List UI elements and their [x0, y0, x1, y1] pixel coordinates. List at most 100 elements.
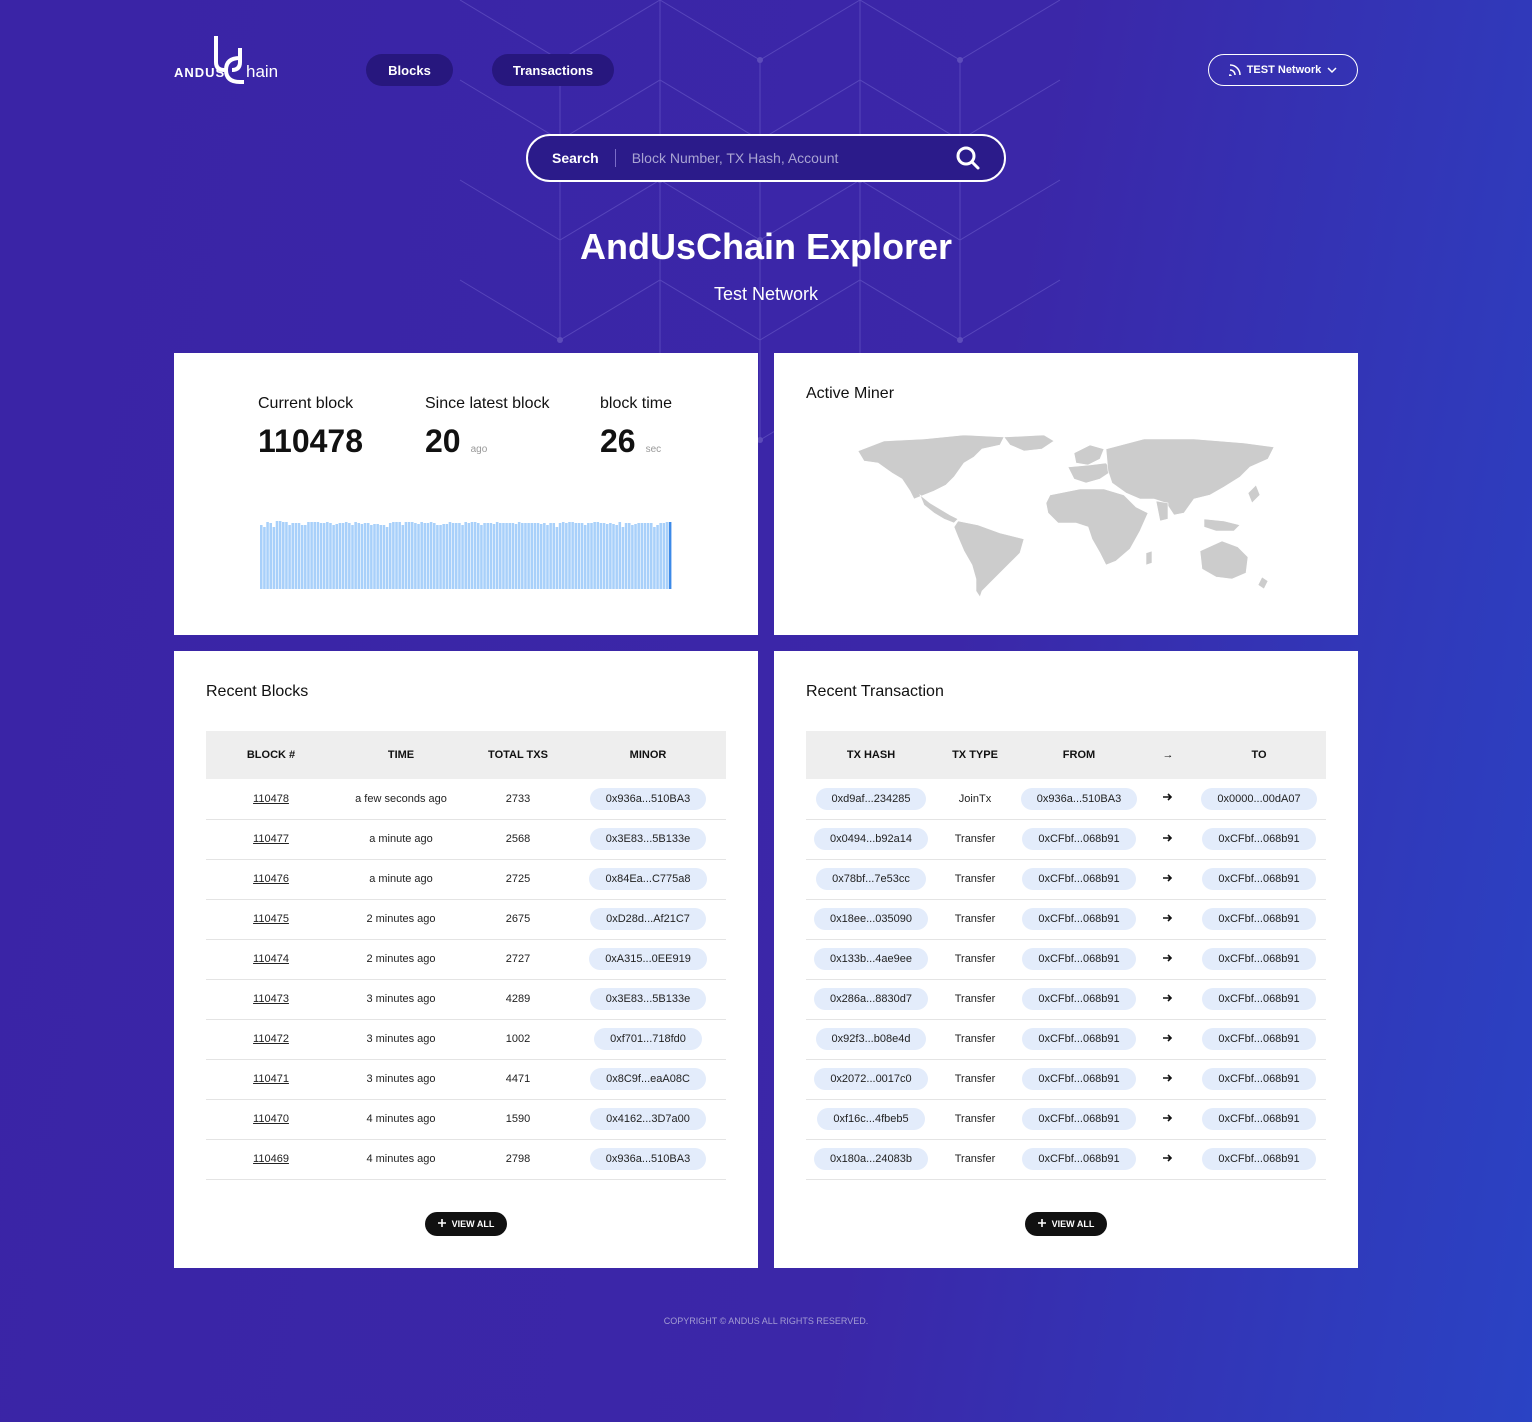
block-time-bar — [483, 523, 486, 589]
block-number-link[interactable]: 110474 — [253, 953, 289, 965]
block-time-bar — [366, 523, 370, 589]
search-icon[interactable] — [954, 144, 982, 172]
tx-type-cell: Transfer — [936, 979, 1014, 1020]
block-number-link[interactable]: 110473 — [253, 993, 289, 1005]
plus-icon — [1037, 1219, 1046, 1229]
block-time-cell: 3 minutes ago — [336, 1059, 466, 1100]
tx-hash-pill[interactable]: 0x0494...b92a14 — [814, 828, 928, 850]
to-address-pill[interactable]: 0xCFbf...068b91 — [1202, 1068, 1316, 1090]
tx-hash-pill[interactable]: 0x18ee...035090 — [814, 908, 928, 930]
tx-hash-pill[interactable]: 0x286a...8830d7 — [814, 988, 928, 1010]
block-number-link[interactable]: 110478 — [253, 793, 289, 805]
recent-blocks-card: Recent Blocks BLOCK # TIME TOTAL TXS MIN… — [174, 651, 758, 1268]
tx-hash-pill[interactable]: 0x180a...24083b — [814, 1148, 928, 1170]
miner-address-pill[interactable]: 0xD28d...Af21C7 — [590, 908, 706, 930]
block-time-bar — [609, 523, 612, 589]
to-address-pill[interactable]: 0x0000...00dA07 — [1201, 787, 1317, 810]
andus-chain-logo[interactable]: ANDUS hain — [174, 34, 289, 84]
tx-type-cell: Transfer — [936, 939, 1014, 980]
footer-copyright: COPYRIGHT © ANDUS ALL RIGHTS RESERVED. — [663, 1316, 869, 1326]
tx-hash-pill[interactable]: 0x78bf...7e53cc — [816, 868, 926, 890]
table-row: 0x2072...0017c0 Transfer 0xCFbf...068b91 0x… — [806, 1059, 1326, 1100]
from-address-pill[interactable]: 0xCFbf...068b91 — [1022, 1028, 1136, 1050]
miner-address-pill[interactable]: 0x8C9f...eaA08C — [590, 1068, 706, 1090]
table-row: 0x180a...24083b Transfer 0xCFbf...068b91 0x… — [806, 1139, 1326, 1180]
to-address-pill[interactable]: 0xCFbf...068b91 — [1202, 1148, 1316, 1170]
to-address-pill[interactable]: 0xCFbf...068b91 — [1202, 1108, 1316, 1130]
to-address-pill[interactable]: 0xCFbf...068b91 — [1202, 828, 1316, 850]
block-time-bar — [543, 523, 546, 589]
from-address-pill[interactable]: 0xCFbf...068b91 — [1022, 1108, 1136, 1130]
nav-transactions-button[interactable]: Transactions — [492, 54, 614, 86]
from-address-pill[interactable]: 0xCFbf...068b91 — [1022, 1148, 1136, 1170]
miner-address-pill[interactable]: 0x3E83...5B133e — [589, 988, 707, 1010]
block-number-link[interactable]: 110470 — [253, 1113, 289, 1125]
table-row: 0x0494...b92a14 Transfer 0xCFbf...068b91 0x… — [806, 819, 1326, 860]
network-selector-button[interactable]: TEST Network — [1208, 54, 1358, 86]
block-number-link[interactable]: 110472 — [253, 1033, 289, 1045]
block-stats-card: Current block 110478 Since latest block … — [174, 353, 758, 635]
search-input[interactable] — [615, 150, 954, 166]
tx-hash-pill[interactable]: 0xd9af...234285 — [815, 787, 927, 810]
tx-hash-pill[interactable]: 0x2072...0017c0 — [814, 1068, 928, 1090]
block-time-bar — [344, 522, 348, 589]
miner-address-pill[interactable]: 0x3E83...5B133e — [589, 828, 707, 850]
block-number-link[interactable]: 110477 — [253, 833, 289, 845]
block-time-bar — [517, 522, 521, 589]
block-time-cell: a minute ago — [336, 859, 466, 900]
tx-hash-pill[interactable]: 0x133b...4ae9ee — [814, 948, 928, 970]
block-time-bar — [605, 524, 609, 589]
from-address-pill[interactable]: 0xCFbf...068b91 — [1022, 1068, 1136, 1090]
block-time-value: 26 — [600, 423, 636, 459]
block-time-bar — [436, 525, 439, 589]
view-all-transactions-label: VIEW ALL — [1051, 1219, 1095, 1229]
top-navigation-bar: ANDUS hain Blocks Transactions TEST Netw… — [174, 34, 1358, 106]
block-time-bar — [304, 525, 307, 589]
block-time-bar — [410, 522, 414, 589]
block-time-bar — [404, 522, 408, 589]
block-time-cell: 2 minutes ago — [336, 939, 466, 980]
block-time-bar — [385, 527, 389, 589]
miner-address-pill[interactable]: 0x84Ea...C775a8 — [589, 868, 707, 890]
tx-hash-pill[interactable]: 0xf16c...4fbeb5 — [817, 1108, 925, 1130]
block-number-link[interactable]: 110476 — [253, 873, 289, 885]
from-address-pill[interactable]: 0xCFbf...068b91 — [1022, 948, 1136, 970]
block-time-bar — [285, 522, 288, 589]
miner-address-pill[interactable]: 0xA315...0EE919 — [589, 948, 707, 970]
block-txs-cell: 2725 — [466, 859, 570, 900]
miner-address-pill[interactable]: 0x4162...3D7a00 — [590, 1108, 706, 1130]
block-time-bar — [615, 525, 618, 589]
to-address-pill[interactable]: 0xCFbf...068b91 — [1202, 908, 1316, 930]
block-time-bar — [593, 522, 596, 589]
to-address-pill[interactable]: 0xCFbf...068b91 — [1202, 868, 1316, 890]
miner-address-pill[interactable]: 0xf701...718fd0 — [594, 1028, 702, 1050]
from-address-pill[interactable]: 0xCFbf...068b91 — [1022, 868, 1136, 890]
tx-hash-pill[interactable]: 0x92f3...b08e4d — [815, 1028, 927, 1050]
block-time-bar — [492, 524, 496, 589]
block-time-bar — [373, 524, 376, 589]
block-time-unit: sec — [645, 444, 662, 455]
from-address-pill[interactable]: 0xCFbf...068b91 — [1022, 828, 1136, 850]
block-time-bar — [668, 522, 672, 589]
block-time-bar — [392, 522, 395, 589]
active-miner-card: Active Miner — [774, 353, 1358, 635]
from-address-pill[interactable]: 0x936a...510BA3 — [1020, 787, 1138, 810]
block-time-bar — [533, 523, 537, 589]
block-number-link[interactable]: 110471 — [253, 1073, 289, 1085]
from-address-pill[interactable]: 0xCFbf...068b91 — [1022, 988, 1136, 1010]
block-number-link[interactable]: 110475 — [253, 913, 289, 925]
view-all-blocks-button[interactable]: VIEW ALL — [425, 1212, 507, 1236]
to-address-pill[interactable]: 0xCFbf...068b91 — [1202, 988, 1316, 1010]
table-row: 0x18ee...035090 Transfer 0xCFbf...068b91 0x… — [806, 899, 1326, 940]
block-time-bar — [388, 523, 392, 589]
nav-blocks-button[interactable]: Blocks — [366, 54, 453, 86]
block-number-link[interactable]: 110469 — [253, 1153, 289, 1165]
miner-address-pill[interactable]: 0x936a...510BA3 — [589, 1148, 707, 1170]
to-address-pill[interactable]: 0xCFbf...068b91 — [1202, 1028, 1316, 1050]
to-address-pill[interactable]: 0xCFbf...068b91 — [1202, 948, 1316, 970]
table-row: 0xf16c...4fbeb5 Transfer 0xCFbf...068b91 0x… — [806, 1099, 1326, 1140]
from-address-pill[interactable]: 0xCFbf...068b91 — [1022, 908, 1136, 930]
miner-address-pill[interactable]: 0x936a...510BA3 — [589, 787, 707, 810]
block-time-bar — [552, 523, 556, 589]
view-all-transactions-button[interactable]: VIEW ALL — [1025, 1212, 1107, 1236]
